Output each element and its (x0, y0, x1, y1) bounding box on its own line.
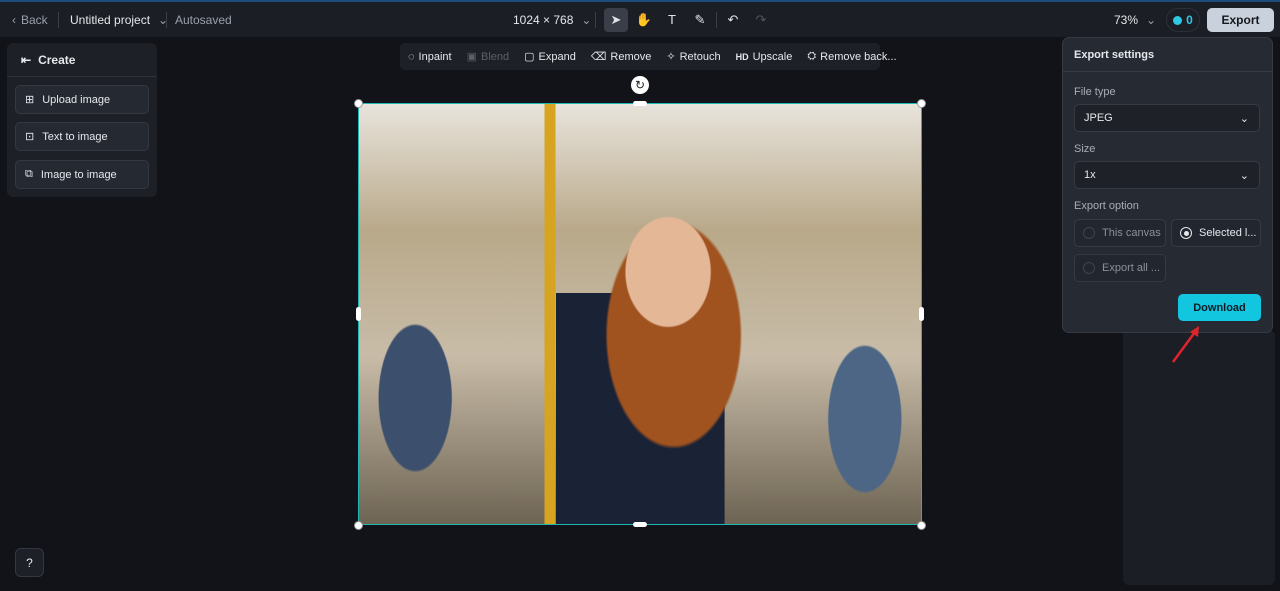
credits-badge[interactable]: 0 (1166, 8, 1200, 32)
eraser-icon: ⌫ (590, 51, 607, 63)
inpaint-icon: ◌ (408, 50, 415, 63)
autosave-status: Autosaved (175, 12, 232, 27)
resize-handle[interactable] (354, 99, 363, 108)
credit-icon (1173, 15, 1183, 25)
text-to-image-icon: ⊡ (25, 131, 35, 143)
chevron-down-icon: ⌄ (1239, 169, 1249, 182)
resize-handle[interactable] (633, 522, 647, 527)
chevron-down-icon: ⌄ (1239, 112, 1249, 125)
export-button[interactable]: Export (1207, 8, 1274, 32)
blend-icon: ▣ (466, 51, 477, 63)
right-panel (1123, 330, 1275, 585)
rotate-handle-icon[interactable]: ↻ (631, 76, 649, 94)
export-settings-popup: Export settings File type JPEG ⌄ Size 1x ⌄… (1062, 37, 1273, 333)
hand-tool-icon[interactable]: ✋ (632, 8, 656, 32)
resize-handle[interactable] (354, 521, 363, 530)
radio-icon (1083, 227, 1095, 239)
option-selected-layers[interactable]: Selected l... (1171, 219, 1261, 247)
size-select[interactable]: 1x ⌄ (1074, 161, 1260, 189)
download-button[interactable]: Download (1178, 294, 1261, 321)
help-button[interactable]: ? (15, 548, 44, 577)
divider (166, 11, 167, 28)
upload-image-button[interactable]: ⊞ Upload image (15, 85, 149, 114)
help-icon: ? (26, 555, 33, 570)
resize-handle[interactable] (633, 101, 647, 106)
divider (716, 11, 717, 28)
back-button[interactable]: ‹ Back (12, 2, 48, 37)
annotation-arrow-icon (1171, 326, 1199, 363)
file-type-label: File type (1074, 86, 1116, 98)
zoom-dropdown[interactable]: 73% ⌄ (1114, 2, 1156, 37)
resize-handle[interactable] (917, 99, 926, 108)
text-tool-icon[interactable]: T (660, 8, 684, 32)
option-this-canvas[interactable]: This canvas (1074, 219, 1166, 247)
redo-icon[interactable]: ↷ (749, 8, 773, 32)
retouch-button[interactable]: ✧ Retouch (666, 50, 720, 64)
export-option-label: Export option (1074, 200, 1139, 212)
create-panel: ⇤ Create ⊞ Upload image ⊡ Text to image ⧉ Im… (7, 43, 157, 197)
expand-button[interactable]: ▢ Expand (524, 50, 576, 64)
brush-tool-icon[interactable]: ✎ (688, 8, 712, 32)
resize-handle[interactable] (356, 307, 361, 321)
remove-button[interactable]: ⌫ Remove (590, 50, 652, 64)
file-type-select[interactable]: JPEG ⌄ (1074, 104, 1260, 132)
divider (595, 11, 596, 28)
remove-background-button[interactable]: ⛭ Remove back... (807, 50, 896, 63)
image-to-image-button[interactable]: ⧉ Image to image (15, 160, 149, 189)
top-bar: ‹ Back Untitled project ⌄ Autosaved 1024 ×… (0, 0, 1280, 37)
canvas-size-dropdown[interactable]: 1024 × 768 ⌄ (513, 2, 591, 37)
context-toolbar: ◌ Inpaint ▣ Blend ▢ Expand ⌫ Remove ✧ Retouch… (400, 43, 897, 70)
blend-button[interactable]: ▣ Blend (466, 50, 510, 64)
option-export-all[interactable]: Export all ... (1074, 254, 1166, 282)
hd-icon: HD (735, 51, 749, 62)
collapse-icon: ⇤ (21, 52, 32, 67)
upscale-button[interactable]: HD Upscale (736, 51, 793, 63)
canvas-image[interactable] (358, 103, 922, 525)
undo-icon[interactable]: ↶ (721, 8, 745, 32)
select-tool-icon[interactable]: ➤ (604, 7, 628, 32)
upload-image-icon: ⊞ (25, 94, 35, 106)
radio-checked-icon (1180, 227, 1192, 239)
project-name-dropdown[interactable]: Untitled project ⌄ (70, 2, 168, 37)
expand-icon: ▢ (524, 51, 535, 63)
chevron-left-icon: ‹ (12, 12, 16, 27)
resize-handle[interactable] (919, 307, 924, 321)
radio-icon (1083, 262, 1095, 274)
text-to-image-button[interactable]: ⊡ Text to image (15, 122, 149, 151)
chevron-down-icon: ⌄ (1146, 12, 1157, 27)
divider (58, 11, 59, 28)
create-panel-header[interactable]: ⇤ Create (7, 43, 157, 77)
remove-background-icon: ⛭ (807, 50, 817, 62)
magic-wand-icon: ✧ (666, 51, 676, 63)
chevron-down-icon: ⌄ (581, 12, 592, 27)
inpaint-button[interactable]: ◌ Inpaint (408, 51, 452, 63)
image-to-image-icon: ⧉ (25, 168, 33, 180)
size-label: Size (1074, 143, 1096, 155)
export-settings-title: Export settings (1063, 38, 1272, 72)
resize-handle[interactable] (917, 521, 926, 530)
